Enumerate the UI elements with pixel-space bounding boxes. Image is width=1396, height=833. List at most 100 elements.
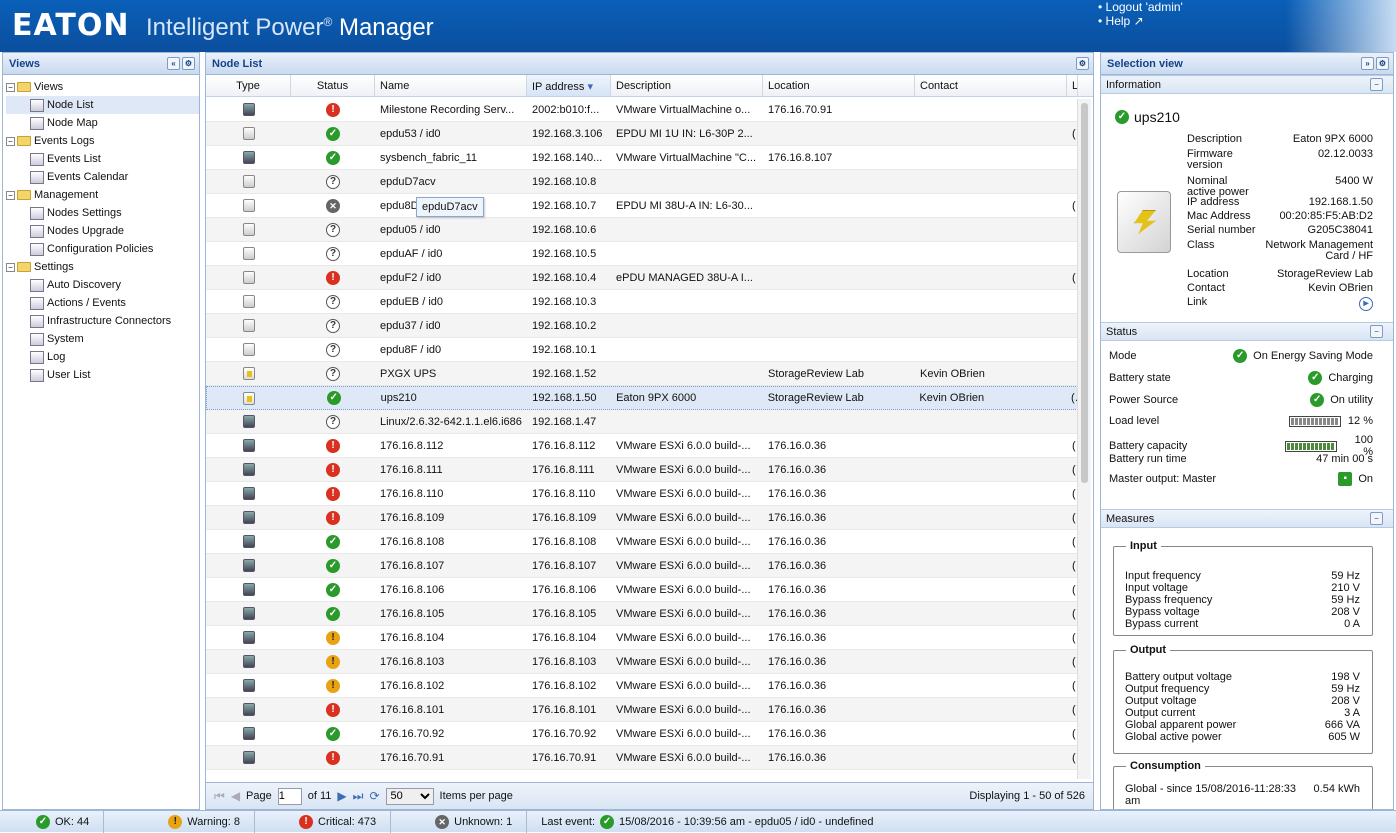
help-link[interactable]: • Help ↗: [1098, 14, 1183, 28]
gear-icon[interactable]: ⚙: [1376, 57, 1389, 70]
collapse-toggle-icon[interactable]: −: [6, 191, 15, 200]
table-row[interactable]: ✓sysbench_fabric_11192.168.140...VMware …: [206, 146, 1078, 170]
table-row[interactable]: !176.16.70.91176.16.70.91VMware ESXi 6.0…: [206, 746, 1078, 770]
table-row[interactable]: !176.16.8.102176.16.8.102VMware ESXi 6.0…: [206, 674, 1078, 698]
tree-item-management[interactable]: −Management: [6, 186, 199, 204]
tree-item-infrastructure-connectors[interactable]: Infrastructure Connectors: [6, 312, 199, 330]
tree-item-actions-events[interactable]: Actions / Events: [6, 294, 199, 312]
table-row[interactable]: ?epduD7acv192.168.10.8: [206, 170, 1078, 194]
table-row[interactable]: ?epdu05 / id0192.168.10.6: [206, 218, 1078, 242]
cell-contact: Kevin OBrien: [914, 392, 1066, 404]
table-row[interactable]: ?PXGX UPS192.168.1.52StorageReview LabKe…: [206, 362, 1078, 386]
table-row[interactable]: ✓176.16.8.107176.16.8.107VMware ESXi 6.0…: [206, 554, 1078, 578]
tree-item-events-logs[interactable]: −Events Logs: [6, 132, 199, 150]
column-header-type[interactable]: Type: [206, 75, 291, 96]
table-row[interactable]: !176.16.8.112176.16.8.112VMware ESXi 6.0…: [206, 434, 1078, 458]
tree-item-user-list[interactable]: User List: [6, 366, 199, 384]
gear-icon[interactable]: ⚙: [1076, 57, 1089, 70]
column-header-description[interactable]: Description: [611, 75, 763, 96]
folder-icon: [17, 136, 31, 146]
log-icon: [30, 351, 44, 364]
collapse-icon[interactable]: −: [1370, 78, 1383, 91]
cell-name: epduD7acv: [375, 176, 527, 188]
node-list-title: Node List ⚙: [206, 53, 1093, 75]
ok-count[interactable]: ✓OK: 44: [0, 811, 104, 833]
column-header-ip-address[interactable]: IP address ▾: [527, 75, 611, 96]
column-header-contact[interactable]: Contact: [915, 75, 1067, 96]
cell-loc: 176.16.70.91: [763, 104, 915, 116]
table-row[interactable]: ✓176.16.8.106176.16.8.106VMware ESXi 6.0…: [206, 578, 1078, 602]
collapse-toggle-icon[interactable]: −: [6, 263, 15, 272]
scrollbar-thumb[interactable]: [1081, 103, 1088, 483]
tree-item-system[interactable]: System: [6, 330, 199, 348]
tree-item-label: Events Calendar: [47, 171, 128, 183]
unk-status-icon: ?: [326, 223, 340, 237]
refresh-icon[interactable]: ⟳: [369, 789, 379, 803]
table-row[interactable]: ✓epdu53 / id0192.168.3.106EPDU MI 1U IN:…: [206, 122, 1078, 146]
tree-item-log[interactable]: Log: [6, 348, 199, 366]
table-row[interactable]: ?epduEB / id0192.168.10.3: [206, 290, 1078, 314]
last-page-icon[interactable]: ⏭: [353, 789, 364, 804]
table-row[interactable]: !176.16.8.103176.16.8.103VMware ESXi 6.0…: [206, 650, 1078, 674]
warning-count[interactable]: !Warning: 8: [104, 811, 255, 833]
collapse-toggle-icon[interactable]: −: [6, 137, 15, 146]
table-row[interactable]: !176.16.8.110176.16.8.110VMware ESXi 6.0…: [206, 482, 1078, 506]
tree-item-nodes-upgrade[interactable]: Nodes Upgrade: [6, 222, 199, 240]
table-row[interactable]: ?epduAF / id0192.168.10.5: [206, 242, 1078, 266]
gear-icon[interactable]: ⚙: [182, 57, 195, 70]
table-row[interactable]: ✓176.16.70.92176.16.70.92VMware ESXi 6.0…: [206, 722, 1078, 746]
tree-item-views[interactable]: −Views: [6, 78, 199, 96]
table-row[interactable]: !epduF2 / id0192.168.10.4ePDU MANAGED 38…: [206, 266, 1078, 290]
tree-item-events-list[interactable]: Events List: [6, 150, 199, 168]
tree-item-node-list[interactable]: Node List: [6, 96, 199, 114]
tree-item-settings[interactable]: −Settings: [6, 258, 199, 276]
table-row[interactable]: ?epdu37 / id0192.168.10.2: [206, 314, 1078, 338]
table-row[interactable]: !176.16.8.101176.16.8.101VMware ESXi 6.0…: [206, 698, 1078, 722]
tree-item-events-calendar[interactable]: Events Calendar: [6, 168, 199, 186]
vertical-scrollbar[interactable]: [1077, 99, 1091, 779]
next-page-icon[interactable]: ▶: [337, 789, 346, 803]
cell-l: (: [1066, 392, 1077, 404]
collapse-icon[interactable]: −: [1370, 325, 1383, 338]
collapse-icon[interactable]: −: [1370, 512, 1383, 525]
critical-count[interactable]: !Critical: 473: [255, 811, 391, 833]
logout-link[interactable]: • Logout 'admin': [1098, 0, 1183, 14]
unknown-count[interactable]: ✕Unknown: 1: [391, 811, 527, 833]
information-section-header: Information−: [1101, 75, 1393, 94]
collapse-toggle-icon[interactable]: −: [6, 83, 15, 92]
column-header-status[interactable]: Status: [291, 75, 375, 96]
tree-item-node-map[interactable]: Node Map: [6, 114, 199, 132]
cell-desc: VMware ESXi 6.0.0 build-...: [611, 488, 763, 500]
table-row[interactable]: !176.16.8.104176.16.8.104VMware ESXi 6.0…: [206, 626, 1078, 650]
collapse-left-icon[interactable]: «: [167, 57, 180, 70]
tree-item-auto-discovery[interactable]: Auto Discovery: [6, 276, 199, 294]
ok-status-icon: ✓: [326, 727, 340, 741]
table-row[interactable]: ?epdu8F / id0192.168.10.1: [206, 338, 1078, 362]
column-header-l[interactable]: L: [1067, 75, 1078, 96]
link-arrow-icon[interactable]: ▸: [1359, 297, 1373, 311]
table-row[interactable]: ✕epdu8D192.168.10.7EPDU MI 38U-A IN: L6-…: [206, 194, 1078, 218]
table-row[interactable]: !176.16.8.111176.16.8.111VMware ESXi 6.0…: [206, 458, 1078, 482]
table-row[interactable]: ✓176.16.8.105176.16.8.105VMware ESXi 6.0…: [206, 602, 1078, 626]
page-input[interactable]: [278, 788, 302, 805]
tree-item-label: User List: [47, 369, 90, 381]
table-row[interactable]: !176.16.8.109176.16.8.109VMware ESXi 6.0…: [206, 506, 1078, 530]
tree-item-label: Nodes Upgrade: [47, 225, 124, 237]
tree-item-nodes-settings[interactable]: Nodes Settings: [6, 204, 199, 222]
first-page-icon[interactable]: ⏮: [214, 789, 225, 804]
cell-ip: 176.16.8.105: [527, 608, 611, 620]
column-header-name[interactable]: Name: [375, 75, 527, 96]
table-row[interactable]: !Milestone Recording Serv...2002:b010:f.…: [206, 98, 1078, 122]
table-row[interactable]: ✓ups210192.168.1.50Eaton 9PX 6000Storage…: [206, 386, 1078, 410]
column-header-location[interactable]: Location: [763, 75, 915, 96]
table-row[interactable]: ✓176.16.8.108176.16.8.108VMware ESXi 6.0…: [206, 530, 1078, 554]
table-row[interactable]: ?Linux/2.6.32-642.1.1.el6.i686192.168.1.…: [206, 410, 1078, 434]
info-class: ClassNetwork Management Card / HF: [1187, 240, 1373, 262]
collapse-right-icon[interactable]: »: [1361, 57, 1374, 70]
crit-status-icon: !: [326, 439, 340, 453]
cell-name: 176.16.8.103: [375, 656, 527, 668]
cell-desc: EPDU MI 1U IN: L6-30P 2...: [611, 128, 763, 140]
tree-item-configuration-policies[interactable]: Configuration Policies: [6, 240, 199, 258]
prev-page-icon[interactable]: ◀: [231, 789, 240, 803]
items-per-page-select[interactable]: 50: [386, 788, 434, 805]
